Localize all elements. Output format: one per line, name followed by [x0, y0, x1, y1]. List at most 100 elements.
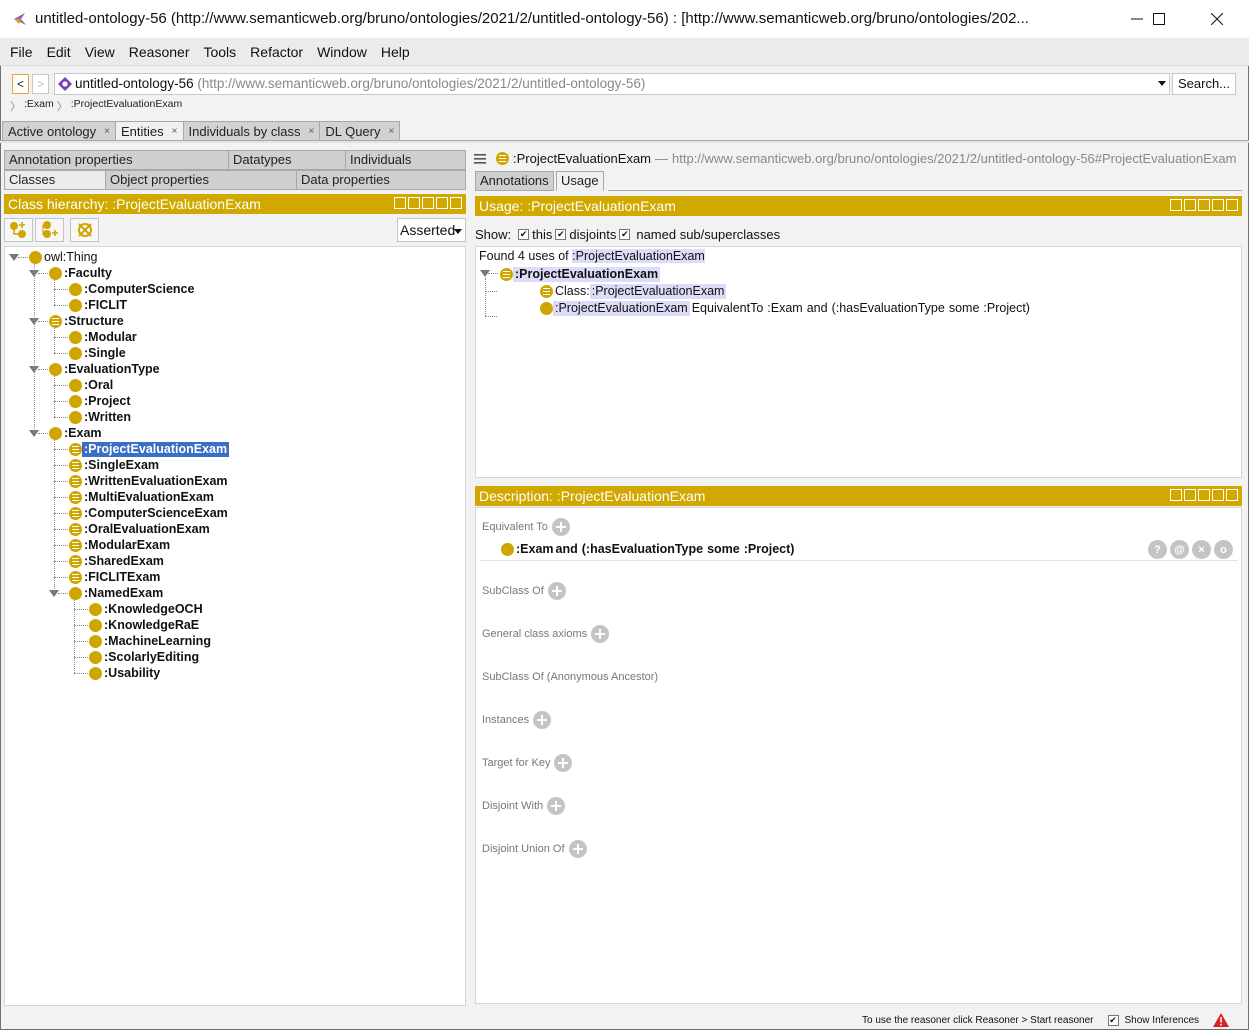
add-sibling-class-button[interactable]	[35, 218, 64, 242]
tree-node[interactable]: :Modular	[69, 329, 139, 345]
tree-node[interactable]: :ComputerScienceExam	[69, 505, 230, 521]
tree-node[interactable]: owl:Thing	[29, 249, 100, 265]
close-view-icon[interactable]	[1226, 489, 1238, 501]
this-checkbox[interactable]: ✔	[518, 229, 530, 240]
hierarchy-mode-select[interactable]: Asserted	[397, 218, 466, 242]
help-icon[interactable]	[1170, 199, 1182, 211]
disjoints-checkbox[interactable]: ✔	[555, 229, 567, 240]
maximize-button[interactable]	[1136, 0, 1182, 38]
tab-datatypes[interactable]: Datatypes	[228, 150, 346, 170]
menu-edit[interactable]: Edit	[40, 44, 78, 60]
split-horizontal-icon[interactable]	[422, 197, 434, 209]
add-icon[interactable]	[551, 518, 570, 536]
float-icon[interactable]	[436, 197, 448, 209]
split-vertical-icon[interactable]	[1184, 199, 1196, 211]
tree-node[interactable]: :Structure	[49, 313, 126, 329]
edit-icon[interactable]: o	[1214, 540, 1233, 559]
usage-root[interactable]: :ProjectEvaluationExam	[500, 266, 661, 282]
split-horizontal-icon[interactable]	[1198, 489, 1210, 501]
add-icon[interactable]	[547, 797, 566, 815]
help-icon[interactable]	[394, 197, 406, 209]
add-icon[interactable]	[568, 840, 587, 858]
tree-node[interactable]: :KnowledgeOCH	[89, 601, 205, 617]
tab-active-ontology[interactable]: Active ontology ×	[2, 121, 117, 141]
close-view-icon[interactable]	[1226, 199, 1238, 211]
close-tab-icon[interactable]: ×	[309, 122, 315, 141]
tree-node[interactable]: :OralEvaluationExam	[69, 521, 212, 537]
close-view-icon[interactable]	[450, 197, 462, 209]
menu-icon[interactable]	[474, 153, 486, 165]
close-button[interactable]	[1194, 0, 1240, 38]
tab-annotation-properties[interactable]: Annotation properties	[4, 150, 229, 170]
tab-annotations[interactable]: Annotations	[475, 171, 554, 191]
add-icon[interactable]	[533, 711, 552, 729]
usage-item[interactable]: :ProjectEvaluationExam EquivalentTo :Exa…	[540, 300, 1032, 316]
explain-icon[interactable]: ?	[1148, 540, 1167, 559]
tree-node[interactable]: :Oral	[69, 377, 115, 393]
tree-node[interactable]: :SharedExam	[69, 553, 166, 569]
tree-node[interactable]: :FICLIT	[69, 297, 129, 313]
tab-dl-query[interactable]: DL Query ×	[319, 121, 401, 141]
help-icon[interactable]	[1170, 489, 1182, 501]
tree-node[interactable]: :ModularExam	[69, 537, 172, 553]
tab-object-properties[interactable]: Object properties	[105, 170, 297, 190]
close-tab-icon[interactable]: ×	[104, 122, 110, 141]
breadcrumb-item[interactable]: :Exam	[24, 98, 54, 114]
tree-node[interactable]: :MachineLearning	[89, 633, 213, 649]
tree-node[interactable]: :WrittenEvaluationExam	[69, 473, 230, 489]
menu-file[interactable]: File	[3, 44, 40, 60]
tree-node[interactable]: :KnowledgeRaE	[89, 617, 201, 633]
tree-node[interactable]: :MultiEvaluationExam	[69, 489, 216, 505]
tree-node[interactable]: :Single	[69, 345, 128, 361]
tree-node[interactable]: :Written	[69, 409, 133, 425]
usage-entity[interactable]: :ProjectEvaluationExam	[572, 249, 705, 263]
annotate-icon[interactable]: @	[1170, 540, 1189, 559]
split-vertical-icon[interactable]	[408, 197, 420, 209]
menu-help[interactable]: Help	[374, 44, 417, 60]
forward-button[interactable]: >	[32, 74, 49, 94]
show-inferences-checkbox[interactable]: ✔	[1107, 1014, 1119, 1026]
menu-view[interactable]: View	[78, 44, 122, 60]
tree-node[interactable]: :EvaluationType	[49, 361, 162, 377]
menu-window[interactable]: Window	[310, 44, 374, 60]
ontology-selector[interactable]: untitled-ontology-56 (http://www.semanti…	[54, 73, 1170, 95]
tree-node[interactable]: :ScolarlyEditing	[89, 649, 201, 665]
warning-icon[interactable]	[1213, 1013, 1230, 1027]
close-tab-icon[interactable]: ×	[389, 122, 395, 141]
tree-node[interactable]: :Faculty	[49, 265, 114, 281]
add-icon[interactable]	[547, 582, 566, 600]
tree-node[interactable]: :ComputerScience	[69, 281, 196, 297]
class-tree[interactable]: owl:Thing:Faculty:ComputerScience:FICLIT…	[4, 246, 466, 1006]
search-button[interactable]: Search...	[1172, 73, 1236, 95]
split-horizontal-icon[interactable]	[1198, 199, 1210, 211]
tab-entities[interactable]: Entities ×	[115, 121, 184, 141]
tree-node[interactable]: :Exam	[49, 425, 104, 441]
add-subclass-button[interactable]	[4, 218, 33, 242]
equivalent-class-expression[interactable]: :Exam and (:hasEvaluationType some :Proj…	[501, 541, 796, 557]
named-subsuperclasses-checkbox[interactable]: ✔	[619, 229, 631, 240]
menu-tools[interactable]: Tools	[196, 44, 243, 60]
delete-class-button[interactable]	[70, 218, 99, 242]
menu-refactor[interactable]: Refactor	[243, 44, 310, 60]
tab-classes[interactable]: Classes	[4, 170, 106, 190]
tab-individuals[interactable]: Individuals	[345, 150, 466, 170]
tree-node[interactable]: :NamedExam	[69, 585, 165, 601]
float-icon[interactable]	[1212, 199, 1224, 211]
delete-icon[interactable]: ×	[1192, 540, 1211, 559]
close-tab-icon[interactable]: ×	[172, 122, 178, 141]
split-vertical-icon[interactable]	[1184, 489, 1196, 501]
tree-node[interactable]: :FICLITExam	[69, 569, 162, 585]
add-icon[interactable]	[554, 754, 573, 772]
back-button[interactable]: <	[12, 74, 29, 94]
breadcrumb-item[interactable]: :ProjectEvaluationExam	[71, 98, 182, 114]
add-icon[interactable]	[591, 625, 610, 643]
usage-item[interactable]: Class: :ProjectEvaluationExam	[540, 283, 727, 299]
menu-reasoner[interactable]: Reasoner	[122, 44, 197, 60]
tab-individuals-by-class[interactable]: Individuals by class ×	[182, 121, 321, 141]
tree-node[interactable]: :SingleExam	[69, 457, 161, 473]
float-icon[interactable]	[1212, 489, 1224, 501]
tree-node[interactable]: :Project	[69, 393, 133, 409]
tree-node[interactable]: :Usability	[89, 665, 162, 681]
tree-node[interactable]: :ProjectEvaluationExam	[69, 441, 230, 457]
tab-data-properties[interactable]: Data properties	[296, 170, 466, 190]
